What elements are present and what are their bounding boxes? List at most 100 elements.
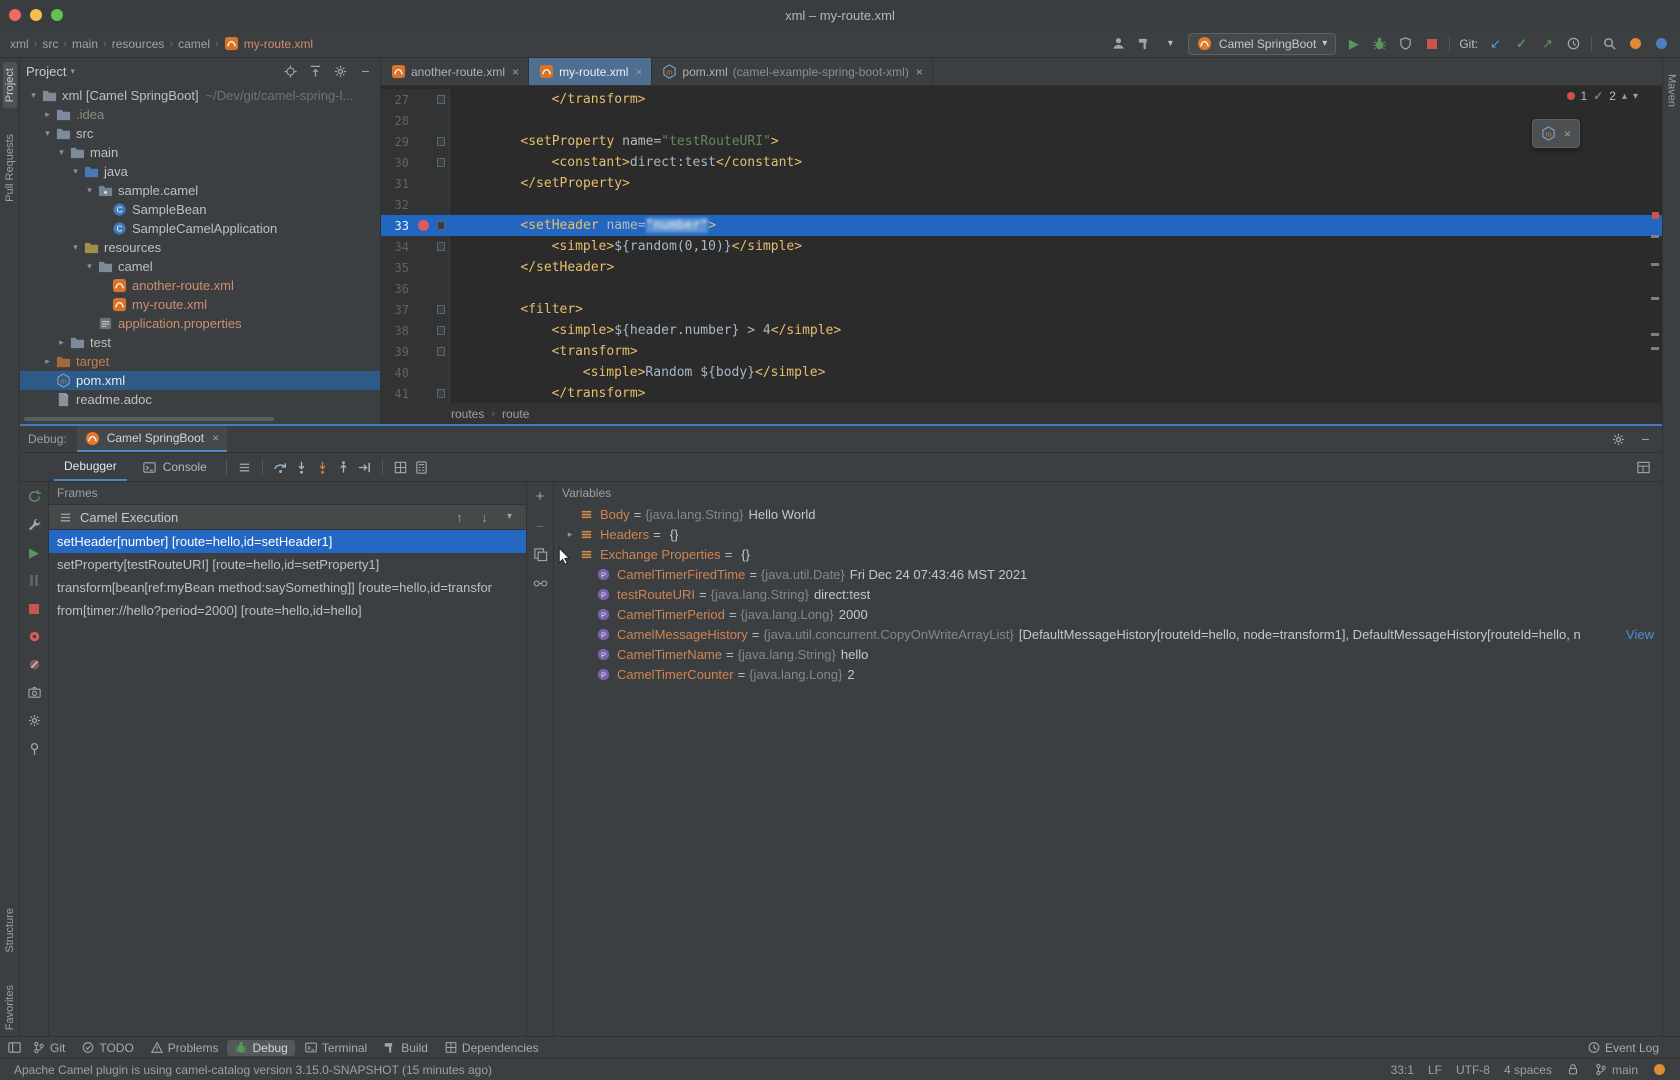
code-line[interactable]: 28 xyxy=(381,110,1662,131)
tool-stripe-button-project[interactable]: Project xyxy=(3,62,17,108)
close-icon[interactable]: × xyxy=(512,65,519,79)
fold-gutter[interactable] xyxy=(432,236,450,257)
breakpoint-stripe-mark[interactable] xyxy=(1652,212,1659,219)
close-icon[interactable]: × xyxy=(916,65,923,79)
breakpoint-gutter[interactable] xyxy=(415,89,432,110)
horizontal-scrollbar[interactable] xyxy=(24,417,274,421)
event-log-button[interactable]: Event Log xyxy=(1580,1040,1666,1056)
code-line[interactable]: 32 xyxy=(381,194,1662,215)
history-icon[interactable] xyxy=(1565,35,1582,52)
status-widget[interactable]: 33:1 xyxy=(1391,1063,1414,1077)
variable-row[interactable]: PCamelTimerCounter={java.lang.Long} 2 xyxy=(554,664,1662,684)
fold-marker-icon[interactable] xyxy=(437,95,445,104)
tree-item[interactable]: another-route.xml xyxy=(20,276,380,295)
tool-stripe-button-maven[interactable]: Maven xyxy=(1665,68,1679,113)
breadcrumb-current-file[interactable]: my-route.xml xyxy=(224,36,313,52)
frame-row[interactable]: setProperty[testRouteURI] [route=hello,i… xyxy=(49,553,526,576)
breakpoint-gutter[interactable] xyxy=(415,152,432,173)
tree-toggle-icon[interactable]: ▾ xyxy=(82,261,97,272)
tree-item[interactable]: ▾java xyxy=(20,162,380,181)
force-step-into-icon[interactable] xyxy=(314,459,331,476)
fold-gutter[interactable] xyxy=(432,362,450,383)
breakpoint-gutter[interactable] xyxy=(415,320,432,341)
code-line[interactable]: 41</transform> xyxy=(381,383,1662,404)
fold-marker-icon[interactable] xyxy=(437,137,445,146)
mute-breakpoints-icon[interactable] xyxy=(26,656,43,673)
tree-item[interactable]: ▾sample.camel xyxy=(20,181,380,200)
show-watches-icon[interactable] xyxy=(532,575,549,592)
hide-panel-icon[interactable]: − xyxy=(357,63,374,80)
breadcrumb-item[interactable]: resources xyxy=(112,37,165,51)
tree-toggle-icon[interactable]: ▾ xyxy=(82,185,97,196)
stripe-mark[interactable] xyxy=(1651,297,1659,300)
evaluate-expression-icon[interactable] xyxy=(413,459,430,476)
variable-row[interactable]: PtestRouteURI={java.lang.String} direct:… xyxy=(554,584,1662,604)
step-out-icon[interactable] xyxy=(335,459,352,476)
run-config-selector[interactable]: Camel SpringBoot▾ xyxy=(1188,33,1336,55)
collapse-all-icon[interactable] xyxy=(307,63,324,80)
editor-tab[interactable]: my-route.xml× xyxy=(529,58,652,85)
fold-gutter[interactable] xyxy=(432,341,450,362)
tree-item[interactable]: CSampleBean xyxy=(20,200,380,219)
tree-toggle-icon[interactable]: ▾ xyxy=(68,242,83,253)
tool-stripe-button-pull-requests[interactable]: Pull Requests xyxy=(3,128,17,208)
inspections-widget[interactable]: 1✓2▴▾ xyxy=(1567,89,1639,103)
hide-panel-icon[interactable]: − xyxy=(1637,431,1654,448)
debug-view-tab-debugger[interactable]: Debugger xyxy=(54,453,127,481)
breakpoint-gutter[interactable] xyxy=(415,299,432,320)
add-watch-icon[interactable]: + xyxy=(532,488,549,505)
close-icon[interactable]: × xyxy=(212,431,219,445)
breadcrumb-item[interactable]: xml xyxy=(10,37,29,51)
status-widget[interactable]: LF xyxy=(1428,1063,1442,1077)
step-into-icon[interactable] xyxy=(293,459,310,476)
debug-view-tab-console[interactable]: Console xyxy=(131,453,217,481)
fold-gutter[interactable] xyxy=(432,194,450,215)
push-icon[interactable]: ↗ xyxy=(1539,35,1556,52)
status-widget[interactable]: 4 spaces xyxy=(1504,1063,1552,1077)
pause-icon[interactable] xyxy=(26,572,43,589)
tree-toggle-icon[interactable]: ▸ xyxy=(54,337,69,348)
editor-tab[interactable]: another-route.xml× xyxy=(381,58,529,85)
tree-toggle-icon[interactable]: ▸ xyxy=(562,529,578,540)
breakpoint-icon[interactable] xyxy=(418,220,429,231)
fold-gutter[interactable] xyxy=(432,257,450,278)
toolwindow-build[interactable]: Build xyxy=(376,1040,435,1056)
error-stripe[interactable] xyxy=(1648,85,1662,404)
view-breakpoints-icon[interactable] xyxy=(26,628,43,645)
debug-session-tab[interactable]: Camel SpringBoot× xyxy=(77,426,227,452)
code-with-me-icon[interactable] xyxy=(1653,35,1670,52)
fold-gutter[interactable] xyxy=(432,383,450,404)
code-line[interactable]: 37<filter> xyxy=(381,299,1662,320)
tree-item[interactable]: CSampleCamelApplication xyxy=(20,219,380,238)
fold-marker-icon[interactable] xyxy=(437,158,445,167)
tree-toggle-icon[interactable]: ▸ xyxy=(40,109,55,120)
tree-item[interactable]: ▾src xyxy=(20,124,380,143)
tree-toggle-icon[interactable]: ▸ xyxy=(40,356,55,367)
git-branch-widget[interactable]: main xyxy=(1594,1063,1638,1077)
maven-reload-popup[interactable]: m× xyxy=(1532,119,1580,148)
project-view-selector[interactable]: Project xyxy=(26,64,66,79)
remove-watch-icon[interactable]: − xyxy=(532,517,549,534)
frame-row[interactable]: setHeader[number] [route=hello,id=setHea… xyxy=(49,530,526,553)
code-line[interactable]: 30<constant>direct:test</constant> xyxy=(381,152,1662,173)
variable-row[interactable]: PCamelTimerPeriod={java.lang.Long} 2000 xyxy=(554,604,1662,624)
breakpoint-gutter[interactable] xyxy=(415,215,432,236)
pin-icon[interactable] xyxy=(26,740,43,757)
prev-issue-icon[interactable]: ▴ xyxy=(1622,91,1627,102)
stop-icon[interactable] xyxy=(1423,35,1440,52)
background-tasks-icon[interactable] xyxy=(1652,1063,1666,1077)
search-everywhere-icon[interactable] xyxy=(1601,35,1618,52)
breadcrumb-item[interactable]: main xyxy=(72,37,98,51)
code-line[interactable]: 33<setHeader name="number"> xyxy=(381,215,1662,236)
fold-gutter[interactable] xyxy=(432,173,450,194)
fold-gutter[interactable] xyxy=(432,152,450,173)
toolwindow-todo[interactable]: TODO xyxy=(74,1040,140,1056)
minimize-window-button[interactable] xyxy=(30,9,42,21)
code-line[interactable]: 36 xyxy=(381,278,1662,299)
close-window-button[interactable] xyxy=(9,9,21,21)
tree-toggle-icon[interactable]: ▾ xyxy=(26,90,41,101)
breakpoint-gutter[interactable] xyxy=(415,194,432,215)
view-link[interactable]: View xyxy=(1626,627,1654,642)
breakpoint-gutter[interactable] xyxy=(415,383,432,404)
close-icon[interactable]: × xyxy=(635,65,642,79)
